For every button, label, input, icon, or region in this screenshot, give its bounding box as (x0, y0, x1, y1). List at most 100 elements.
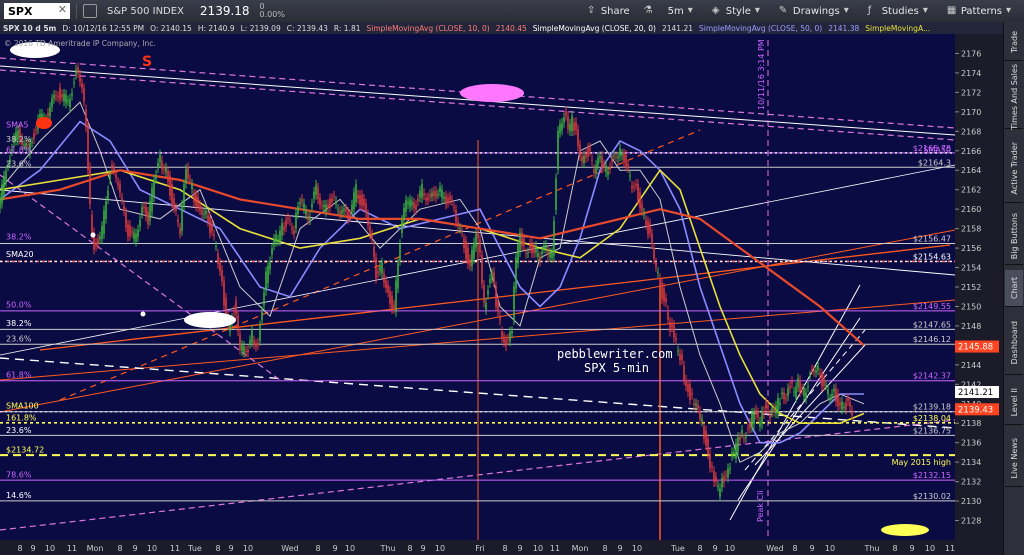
candle-body (69, 98, 71, 108)
candle-body (571, 115, 573, 132)
candle-body (525, 253, 527, 255)
candle-body (217, 253, 219, 264)
candle-body (291, 227, 293, 230)
drawings-label: Drawings (792, 5, 840, 17)
patterns-button[interactable]: ▦ Patterns ▾ (947, 6, 1016, 17)
symbol-input[interactable]: SPX ✕ (4, 3, 70, 19)
style-button[interactable]: ◈ Style ▾ (712, 6, 765, 17)
candle-body (251, 329, 253, 343)
flask-icon: ⚗ (643, 5, 653, 16)
level-label-sma50-left: SMA5 (6, 120, 29, 129)
candle-body (137, 229, 139, 237)
candle-body (439, 186, 441, 192)
fib-label: 23.6% (6, 334, 32, 343)
style-icon: ◈ (711, 5, 720, 16)
candle-body (489, 278, 491, 283)
level-label: $2130.02 (913, 492, 951, 501)
x-tick-label: 8 (17, 544, 22, 553)
candle-body (769, 414, 771, 419)
candle-body (379, 265, 381, 272)
candle-body (287, 217, 289, 220)
candle-body (609, 167, 611, 170)
candle-body (133, 232, 135, 240)
clear-symbol-icon[interactable]: ✕ (58, 3, 67, 16)
candle-body (613, 155, 615, 157)
candle-body (527, 252, 529, 254)
candle-body (219, 262, 221, 272)
sidebar-tab-trade[interactable]: Trade (1005, 24, 1023, 61)
fib-label: 38.2% (6, 135, 32, 144)
candle-body (657, 272, 659, 274)
share-button[interactable]: ⇪ Share (587, 6, 630, 17)
y-tick-label: 2156 (961, 244, 981, 253)
candle-body (0, 197, 1, 209)
candle-body (771, 407, 773, 413)
y-tick-label: 2128 (961, 517, 981, 526)
legend-sma10[interactable]: SimpleMovingAvg (CLOSE, 10, 0) (366, 24, 489, 33)
sidebar-tab-dashboard[interactable]: Dashboard (1005, 312, 1023, 375)
studies-button[interactable]: ƒ Studies ▾ (868, 6, 933, 17)
candle-body (545, 245, 547, 249)
sidebar-tab-big-buttons[interactable]: Big Buttons (1005, 208, 1023, 265)
symbol-link-icon[interactable] (83, 4, 97, 18)
candle-body (311, 203, 313, 208)
candle-body (343, 208, 345, 211)
candle-body (755, 409, 757, 415)
candle-body (585, 154, 587, 159)
legend-sma100[interactable]: SimpleMovingA... (865, 24, 930, 33)
level-label-sma50: SMA50 (923, 146, 951, 155)
candle-body (141, 207, 143, 214)
candle-body (409, 199, 411, 208)
candle-body (339, 210, 341, 215)
candle-body (123, 205, 125, 211)
sidebar-tab-active-trader[interactable]: Active Trader (1005, 134, 1023, 203)
legend-open: O: 2140.15 (150, 23, 192, 33)
candle-body (111, 165, 113, 168)
candle-body (419, 190, 421, 198)
fib-label: SMA100 (6, 402, 39, 411)
sidebar-tab-level-ii[interactable]: Level II (1005, 380, 1023, 425)
candle-body (789, 385, 791, 389)
y-tick-label: 2170 (961, 108, 981, 117)
candle-body (725, 475, 727, 477)
candle-body (49, 107, 51, 117)
candle-body (443, 196, 445, 199)
chevron-down-icon: ▾ (754, 5, 760, 16)
y-tick-label: 2144 (961, 361, 981, 370)
chart-canvas[interactable]: 2128213021322134213621382140214221442146… (0, 0, 1004, 555)
legend-sma50[interactable]: SimpleMovingAvg (CLOSE, 50, 0) (699, 24, 822, 33)
candle-body (683, 365, 685, 381)
x-tick-label: 10 (45, 544, 55, 553)
candle-body (233, 310, 235, 312)
candle-body (159, 154, 161, 163)
candle-body (85, 109, 87, 127)
x-tick-label: 10 (533, 544, 543, 553)
legend-sma20[interactable]: SimpleMovingAvg (CLOSE, 20, 0) (533, 24, 656, 33)
annotation-dot (90, 232, 96, 238)
sidebar-tab-times-and-sales[interactable]: Times And Sales (1005, 64, 1023, 130)
candle-body (729, 467, 731, 470)
drawings-button[interactable]: ✎ Drawings ▾ (779, 6, 854, 17)
timeframe-button[interactable]: 5m ▾ (668, 6, 698, 17)
legend-high: H: 2140.9 (197, 23, 235, 33)
sidebar-tab-live-news[interactable]: Live News (1005, 430, 1023, 487)
x-tick-label: 10 (147, 544, 157, 553)
sidebar-tab-label: Live News (1009, 437, 1019, 479)
candle-body (429, 194, 431, 198)
y-tick-label: 2130 (961, 497, 981, 506)
candle-body (305, 209, 307, 215)
candle-body (459, 227, 461, 229)
candle-body (173, 197, 175, 209)
candle-body (425, 197, 427, 201)
candle-body (681, 354, 683, 361)
sidebar-tab-chart[interactable]: Chart (1005, 270, 1023, 307)
candle-body (263, 292, 265, 306)
candle-body (433, 191, 435, 197)
candle-body (415, 205, 417, 210)
x-tick-label: 9 (30, 544, 35, 553)
candle-body (693, 403, 695, 406)
candle-body (575, 122, 577, 131)
candle-body (77, 67, 79, 74)
candle-body (239, 334, 241, 350)
flask-button[interactable]: ⚗ (644, 6, 654, 16)
